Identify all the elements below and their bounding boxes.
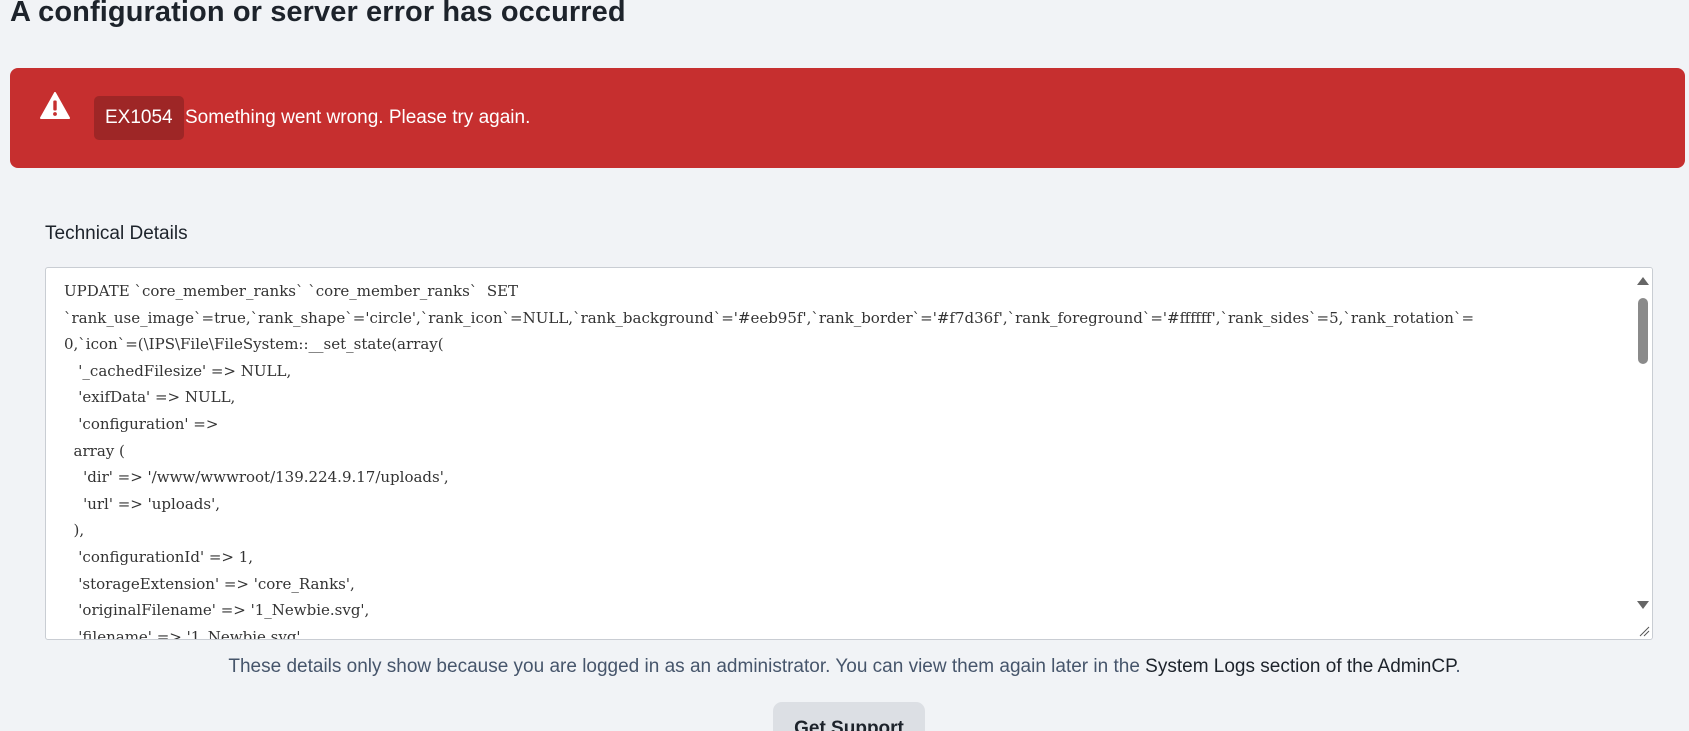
resize-grip-icon[interactable] xyxy=(1638,625,1650,637)
scroll-down-arrow-icon[interactable] xyxy=(1637,601,1649,609)
scroll-up-arrow-icon[interactable] xyxy=(1637,277,1649,285)
vertical-scrollbar[interactable] xyxy=(1634,268,1652,639)
error-message-box: EX1054 Something went wrong. Please try … xyxy=(10,68,1685,168)
system-logs-link[interactable]: System Logs section of the AdminCP xyxy=(1145,656,1455,677)
error-message-text: Something went wrong. Please try again. xyxy=(185,107,531,128)
warning-triangle-icon xyxy=(40,92,70,119)
technical-details-label: Technical Details xyxy=(45,223,188,244)
error-page: A configuration or server error has occu… xyxy=(0,0,1689,731)
admin-notice-text: These details only show because you are … xyxy=(228,656,1146,677)
scrollbar-thumb[interactable] xyxy=(1638,298,1648,364)
admin-notice-end: . xyxy=(1455,656,1461,677)
page-title: A configuration or server error has occu… xyxy=(10,0,626,28)
technical-details-textarea[interactable]: UPDATE `core_member_ranks` `core_member_… xyxy=(45,267,1653,640)
get-support-button[interactable]: Get Support xyxy=(773,702,925,731)
technical-details-content: UPDATE `core_member_ranks` `core_member_… xyxy=(64,282,1475,640)
error-code-badge: EX1054 xyxy=(94,96,184,140)
admin-notice: These details only show because you are … xyxy=(0,656,1689,678)
